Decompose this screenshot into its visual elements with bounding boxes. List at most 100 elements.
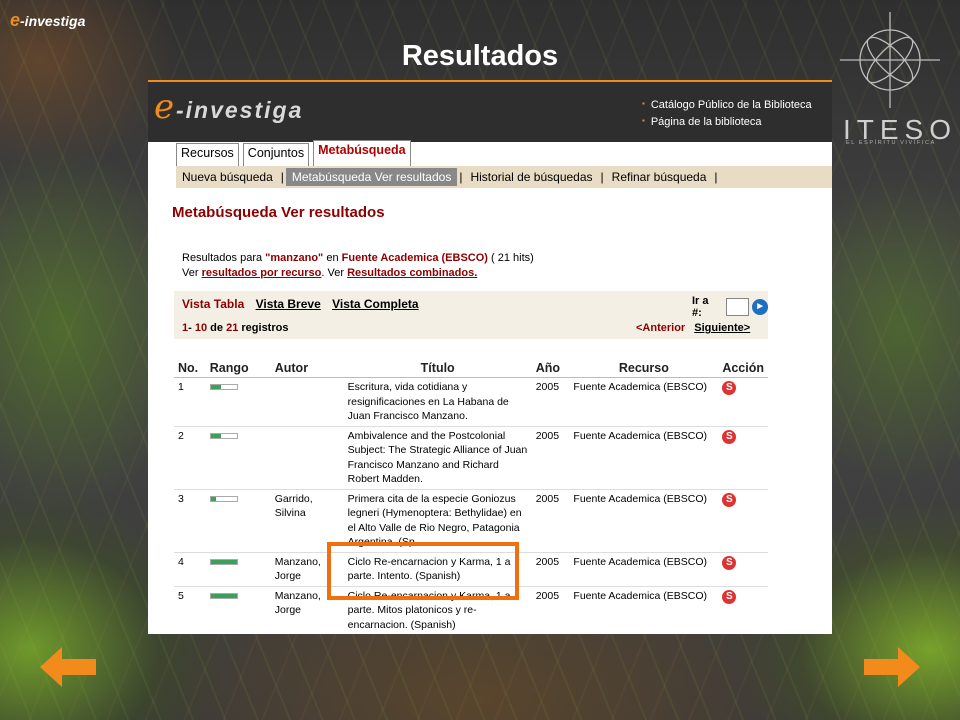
app-logo-text: -investiga — [176, 97, 304, 123]
range-dash: - — [188, 322, 192, 334]
cell-action: S — [718, 489, 768, 553]
slide-title: Resultados — [401, 40, 559, 72]
col-titulo[interactable]: Título — [343, 359, 532, 378]
brand-text: -investiga — [20, 13, 86, 29]
results-query: "manzano" — [265, 252, 324, 264]
view-toolbar: Vista Tabla Vista Breve Vista Completa I… — [174, 291, 768, 339]
range-total: 21 — [226, 322, 239, 334]
cell-author — [270, 426, 344, 490]
results-en: en — [326, 252, 339, 264]
cell-rank — [205, 552, 271, 587]
view-text-1: Ver — [182, 266, 199, 279]
highlight-box — [327, 542, 519, 600]
view-table-tab[interactable]: Vista Tabla — [182, 297, 244, 311]
app-logo-e: e — [154, 87, 175, 127]
rank-bar — [209, 495, 238, 502]
subnav-separator: | — [600, 170, 604, 184]
col-recurso[interactable]: Recurso — [569, 359, 719, 378]
cell-year: 2005 — [531, 489, 570, 553]
cell-rank — [205, 377, 271, 427]
subnav-historial[interactable]: Historial de búsquedas — [464, 168, 598, 186]
record-range: 1- 10 de 21 registros — [182, 322, 288, 334]
rank-bar-fill — [210, 593, 237, 598]
cell-no: 2 — [174, 426, 206, 490]
table-header-row: No. Rango Autor Título Año Recurso Acció… — [174, 359, 768, 378]
next-slide-arrow-icon[interactable] — [862, 645, 922, 689]
goto-input[interactable] — [725, 298, 750, 316]
fulltext-link-icon[interactable]: S — [722, 555, 737, 570]
cell-year: 2005 — [531, 377, 570, 427]
results-source: Fuente Academica (EBSCO) — [341, 252, 488, 264]
range-suffix: registros — [241, 322, 289, 334]
cell-year: 2005 — [531, 426, 570, 490]
cell-action: S — [718, 377, 768, 427]
rank-bar-fill — [210, 433, 222, 438]
previous-slide-arrow-icon[interactable] — [38, 645, 98, 689]
app-header: e -investiga Catálogo Público de la Bibl… — [148, 80, 832, 142]
subnav-separator: | — [459, 170, 463, 184]
subnav-separator: | — [280, 170, 284, 184]
goto-record: Ir a #: ► — [692, 295, 768, 319]
cell-title[interactable]: Ambivalence and the Postcolonial Subject… — [343, 426, 532, 490]
fulltext-link-icon[interactable]: S — [722, 492, 737, 507]
cell-rank — [205, 586, 271, 634]
header-link-catalogo[interactable]: Catálogo Público de la Biblioteca — [642, 96, 812, 113]
view-brief-tab[interactable]: Vista Breve — [256, 297, 321, 311]
pager: <Anterior Siguiente> — [636, 322, 750, 334]
header-link-biblioteca[interactable]: Página de la biblioteca — [642, 113, 812, 130]
col-accion: Acción — [718, 359, 768, 378]
cell-action: S — [718, 426, 768, 490]
rank-bar-fill — [210, 559, 237, 564]
cell-resource: Fuente Academica (EBSCO) — [569, 552, 719, 587]
cell-action: S — [718, 586, 768, 634]
rank-bar — [209, 558, 238, 565]
goto-go-icon[interactable]: ► — [752, 299, 768, 315]
view-text-2: . Ver — [321, 266, 345, 279]
link-results-by-resource[interactable]: resultados por recurso — [202, 267, 322, 279]
sub-navigation: Nueva búsqueda | Metabúsqueda Ver result… — [176, 166, 832, 188]
rank-bar — [209, 592, 238, 599]
pager-previous[interactable]: <Anterior — [636, 322, 685, 334]
subnav-ver-resultados[interactable]: Metabúsqueda Ver resultados — [285, 168, 458, 186]
col-rango[interactable]: Rango — [205, 359, 271, 378]
cell-rank — [205, 426, 271, 490]
slide-brand: e-investiga — [10, 10, 85, 31]
tab-metabusqueda[interactable]: Metabúsqueda — [313, 140, 411, 166]
cell-author — [270, 377, 344, 427]
col-autor[interactable]: Autor — [270, 359, 344, 378]
cell-no: 3 — [174, 489, 206, 553]
subnav-refinar[interactable]: Refinar búsqueda — [606, 168, 713, 186]
goto-label: Ir a #: — [692, 295, 709, 319]
fulltext-link-icon[interactable]: S — [722, 589, 737, 604]
rank-bar — [209, 432, 238, 439]
rank-bar-fill — [210, 385, 222, 389]
cell-no: 4 — [174, 552, 206, 587]
link-combined-results[interactable]: Resultados combinados. — [347, 267, 477, 279]
subnav-nueva-busqueda[interactable]: Nueva búsqueda — [176, 168, 279, 186]
cell-year: 2005 — [531, 552, 570, 587]
cell-title[interactable]: Escritura, vida cotidiana y resignificac… — [343, 377, 532, 427]
main-tabs: Recursos Conjuntos Metabúsqueda — [176, 140, 415, 166]
subnav-separator: | — [714, 170, 718, 184]
view-full-tab[interactable]: Vista Completa — [332, 297, 418, 311]
table-row[interactable]: 2 Ambivalence and the Postcolonial Subjec… — [174, 426, 768, 490]
iteso-subtitle: EL ESPÍRITU VIVIFICA — [846, 140, 936, 146]
results-summary: Resultados para "manzano" en Fuente Acad… — [182, 251, 534, 280]
header-links: Catálogo Público de la Biblioteca Página… — [642, 96, 812, 130]
cell-rank — [205, 489, 271, 553]
cell-resource: Fuente Academica (EBSCO) — [569, 586, 719, 634]
brand-e: e — [10, 10, 21, 30]
range-end: 10 — [194, 322, 208, 334]
table-row[interactable]: 1 Escritura, vida cotidiana y resignifica… — [174, 377, 768, 427]
pager-next[interactable]: Siguiente> — [694, 322, 750, 334]
tab-recursos[interactable]: Recursos — [176, 143, 239, 166]
cell-year: 2005 — [531, 586, 570, 634]
tab-conjuntos[interactable]: Conjuntos — [242, 143, 310, 166]
cell-action: S — [718, 552, 768, 587]
col-no[interactable]: No. — [174, 359, 206, 378]
cell-resource: Fuente Academica (EBSCO) — [569, 426, 719, 490]
col-ano[interactable]: Año — [531, 359, 570, 378]
fulltext-link-icon[interactable]: S — [722, 429, 737, 444]
range-de: de — [210, 322, 224, 334]
fulltext-link-icon[interactable]: S — [722, 381, 737, 395]
